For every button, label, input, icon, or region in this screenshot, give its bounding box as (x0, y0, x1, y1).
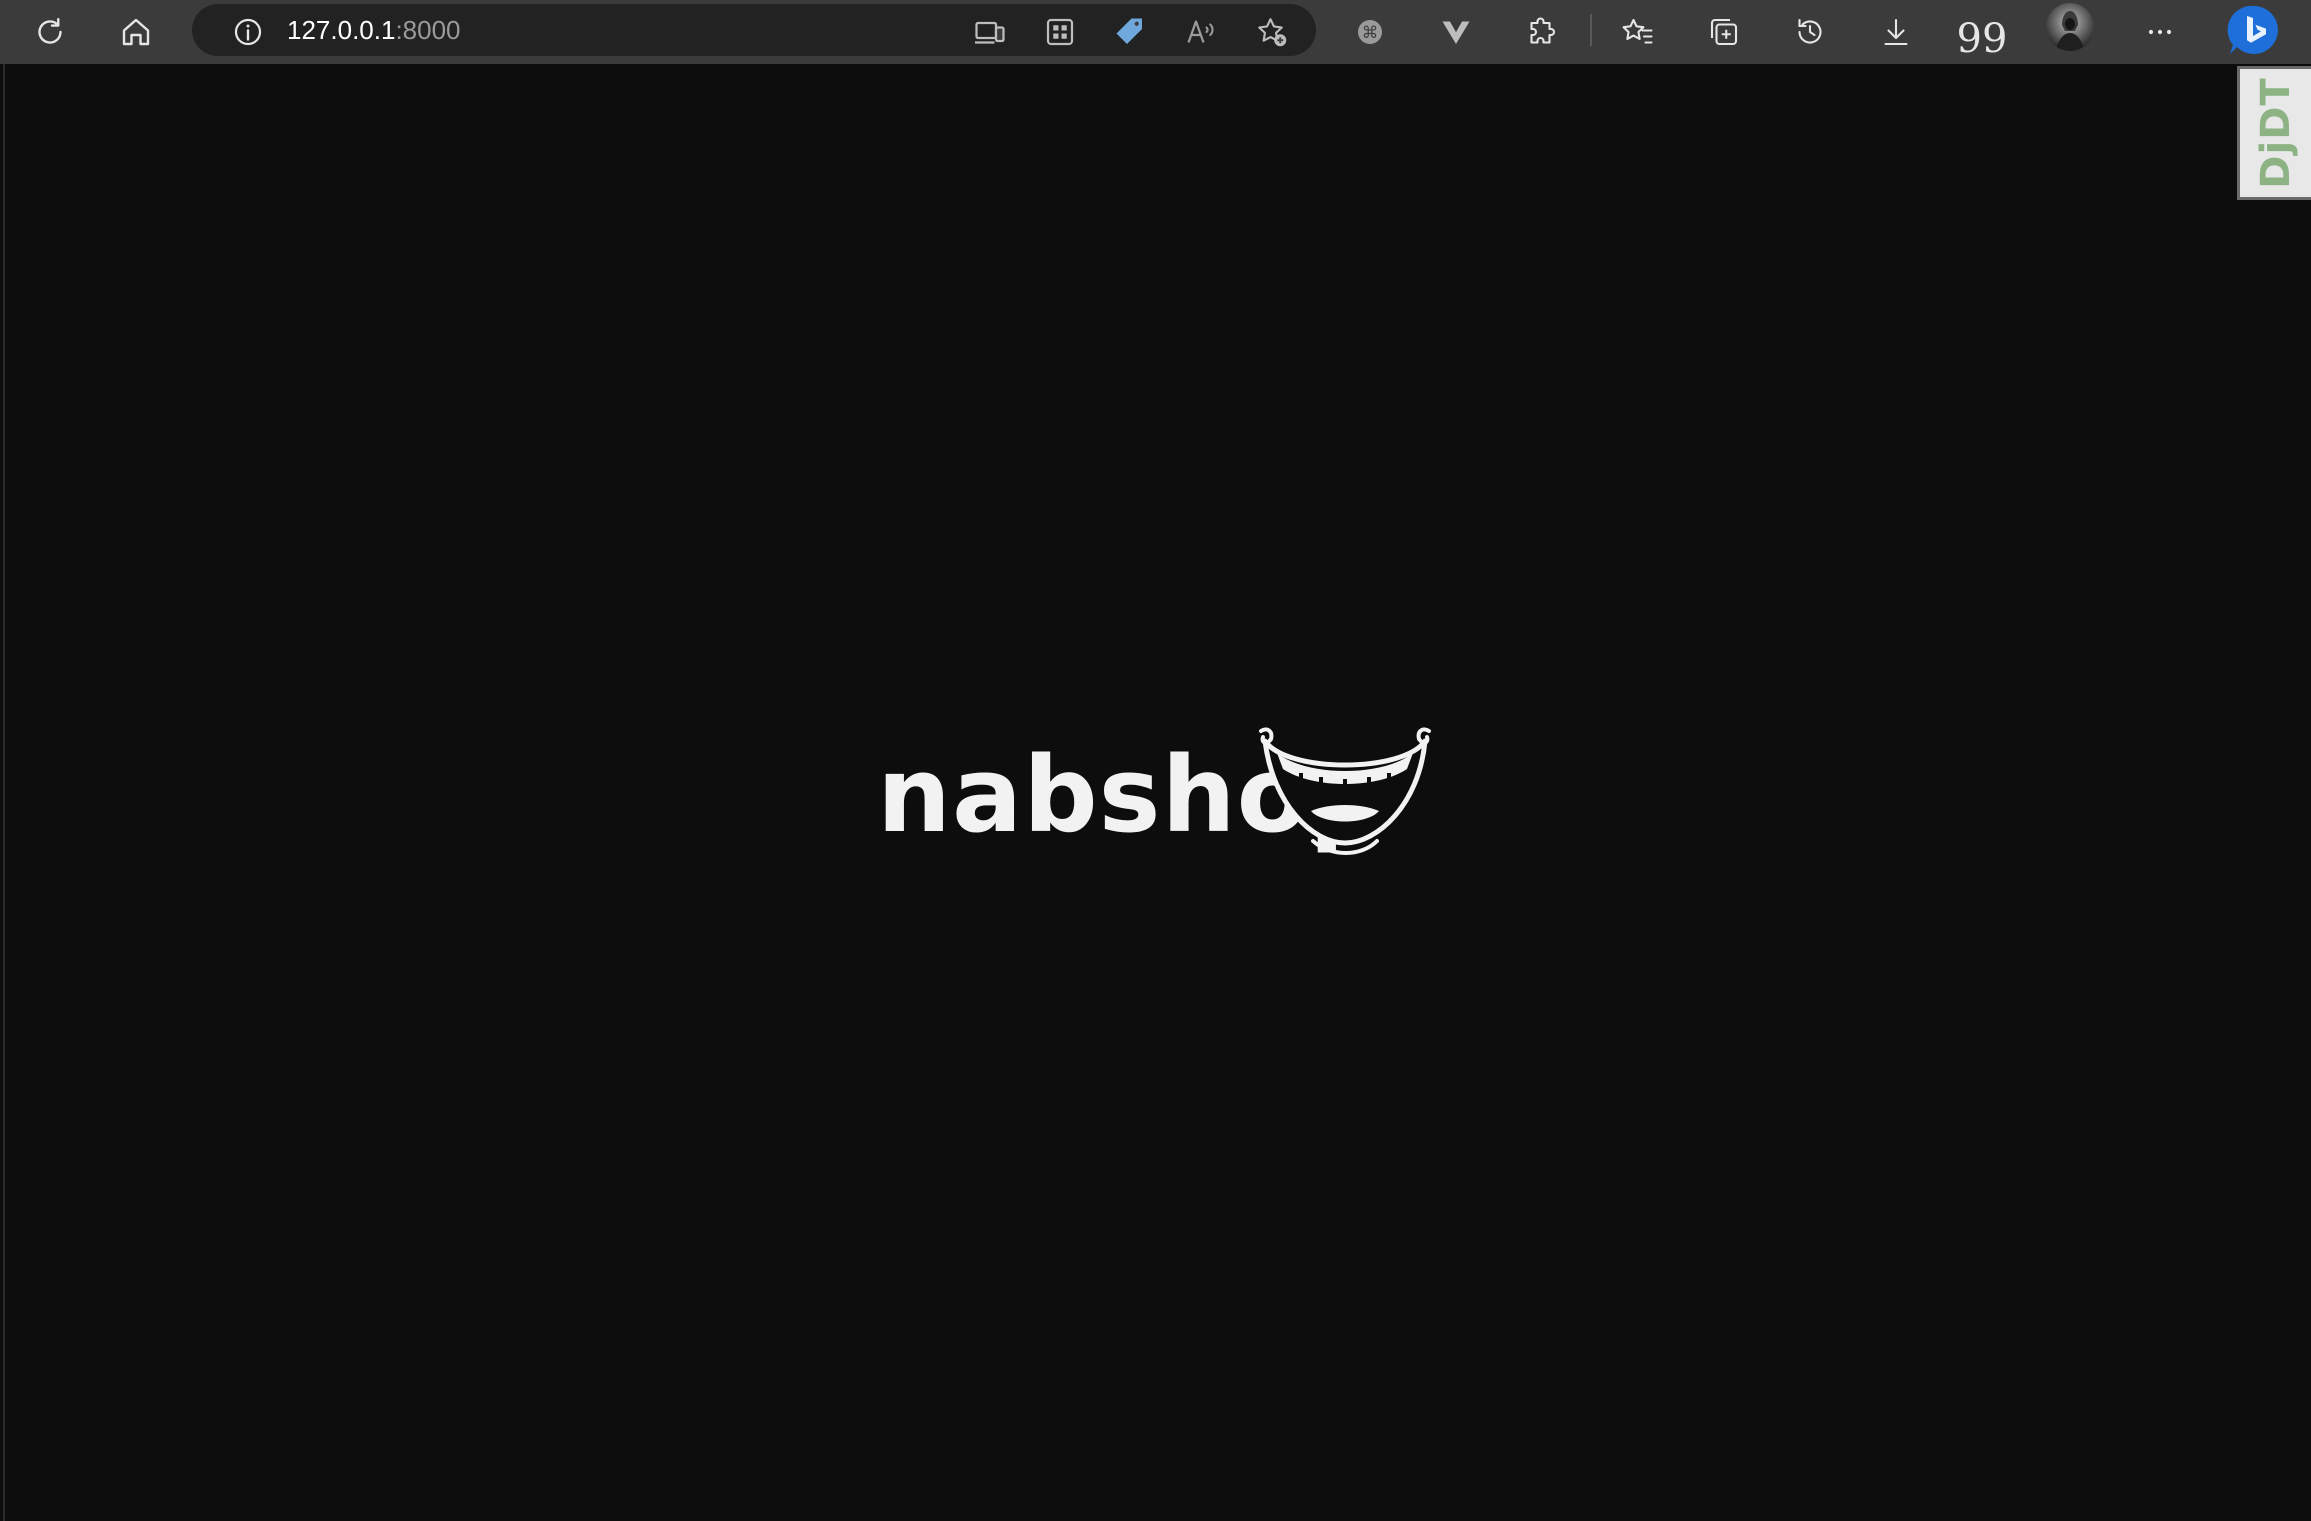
browser-toolbar: 127.0.0.1:8000 ⌘ 99 (0, 0, 2311, 64)
more-options-button[interactable] (2136, 8, 2184, 56)
collections-button[interactable] (1700, 8, 1748, 56)
site-logo[interactable]: nabshop (877, 725, 1437, 865)
favorites-button[interactable] (1614, 8, 1662, 56)
device-emulation-button[interactable] (966, 8, 1014, 56)
smiling-mouth-icon (1259, 727, 1431, 855)
history-button[interactable] (1786, 8, 1834, 56)
collections-icon (1710, 18, 1738, 46)
extensions-button[interactable] (1518, 8, 1566, 56)
shopping-button[interactable] (1106, 8, 1154, 56)
apps-icon (1046, 18, 1074, 46)
site-info-button[interactable] (224, 8, 272, 56)
quote-icon: 99 (1956, 16, 2008, 62)
vue-icon (1442, 21, 1470, 44)
citation-button[interactable]: 99 (1956, 8, 2008, 62)
add-favorite-button[interactable] (1248, 8, 1296, 56)
refresh-icon (38, 18, 62, 44)
read-aloud-icon (1187, 20, 1214, 43)
extension-shortcut-button[interactable]: ⌘ (1346, 8, 1394, 56)
avatar-icon (2056, 11, 2084, 51)
puzzle-icon (1530, 17, 1555, 44)
profile-avatar[interactable] (2046, 3, 2094, 51)
home-button[interactable] (112, 8, 160, 56)
tag-icon (1116, 18, 1142, 44)
djdt-label: DjDT (2252, 77, 2299, 189)
history-icon (1798, 18, 1822, 44)
device-icon (975, 21, 1005, 44)
favorites-icon (1622, 18, 1653, 44)
more-icon (2148, 29, 2172, 35)
bing-button[interactable] (2226, 2, 2282, 58)
django-debug-toolbar-handle[interactable]: DjDT (2237, 66, 2311, 200)
bing-icon (2227, 5, 2278, 55)
home-icon (122, 18, 150, 46)
downloads-button[interactable] (1872, 8, 1920, 56)
star-add-icon (1258, 18, 1287, 47)
toolbar-separator (1590, 14, 1592, 46)
apps-button[interactable] (1036, 8, 1084, 56)
command-icon: ⌘ (1358, 20, 1382, 44)
url-text[interactable]: 127.0.0.1:8000 (287, 14, 461, 46)
info-icon (234, 18, 262, 46)
read-aloud-button[interactable] (1178, 8, 1226, 56)
download-icon (1884, 18, 1908, 46)
url-port: :8000 (395, 15, 461, 45)
vue-devtools-button[interactable] (1432, 8, 1480, 56)
url-host: 127.0.0.1 (287, 15, 396, 45)
svg-text:⌘: ⌘ (1362, 23, 1379, 42)
refresh-button[interactable] (26, 8, 74, 56)
